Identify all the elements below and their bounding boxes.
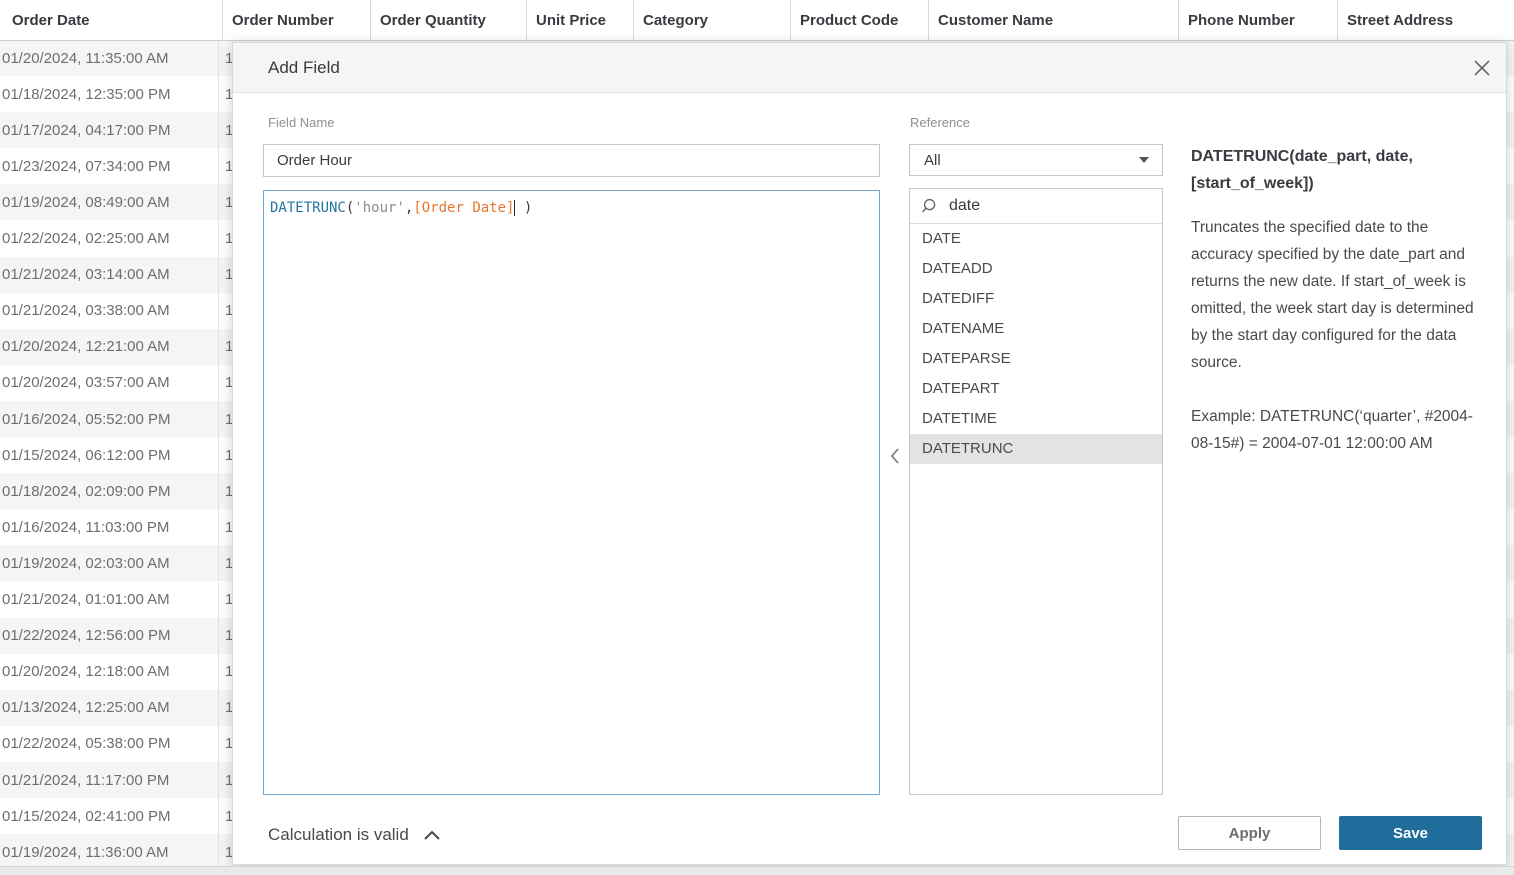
column-header[interactable]: Customer Name [928,0,1178,40]
save-button[interactable]: Save [1339,816,1482,850]
function-signature: DATETRUNC(date_part, date, [start_of_wee… [1191,143,1493,197]
formula-function-token: DATETRUNC [270,200,346,216]
order-date-cell[interactable]: 01/15/2024, 02:41:00 PM [0,798,219,834]
chevron-up-icon [423,829,441,841]
reference-label: Reference [910,115,970,130]
order-date-cell[interactable]: 01/21/2024, 03:38:00 AM [0,293,219,329]
function-list-item[interactable]: DATETRUNC [910,434,1162,464]
add-field-dialog: Add Field Field Name DATETRUNC('hour',[O… [232,42,1507,865]
order-date-cell[interactable]: 01/22/2024, 05:38:00 PM [0,726,219,762]
column-header[interactable]: Order Number [222,0,370,40]
order-date-cell[interactable]: 01/22/2024, 12:56:00 PM [0,618,219,654]
column-header-label: Unit Price [536,12,606,29]
order-date-cell[interactable]: 01/16/2024, 11:03:00 PM [0,509,219,545]
order-date-cell[interactable]: 01/21/2024, 03:14:00 AM [0,257,219,293]
reference-selected-value: All [910,152,1139,169]
order-date-cell[interactable]: 01/20/2024, 12:21:00 AM [0,329,219,365]
column-header[interactable]: Category [633,0,790,40]
function-list-item[interactable]: DATEPARSE [910,344,1162,374]
column-header-label: Order Number [232,12,334,29]
formula-field-token: [Order Date] [413,200,514,216]
column-header[interactable]: Phone Number [1178,0,1337,40]
field-name-label: Field Name [268,115,334,130]
close-button[interactable] [1470,56,1494,80]
function-description: Truncates the specified date to the accu… [1191,214,1493,376]
column-header[interactable]: Street Address [1337,0,1514,40]
dialog-title: Add Field [268,43,340,93]
order-date-cell[interactable]: 01/20/2024, 12:18:00 AM [0,654,219,690]
order-date-cell[interactable]: 01/18/2024, 12:35:00 PM [0,76,219,112]
function-list-item[interactable]: DATENAME [910,314,1162,344]
function-search[interactable] [910,189,1162,224]
order-date-cell[interactable]: 01/20/2024, 11:35:00 AM [0,40,219,76]
column-header-label: Phone Number [1188,12,1295,29]
column-header-label: Order Date [12,12,90,29]
chevron-left-icon [890,447,900,465]
order-date-cell[interactable]: 01/23/2024, 07:34:00 PM [0,148,219,184]
column-header-label: Order Quantity [380,12,486,29]
formula-string-token: 'hour' [354,200,405,216]
column-header-label: Street Address [1347,12,1453,29]
order-date-cell[interactable]: 01/17/2024, 04:17:00 PM [0,112,219,148]
function-reference-panel: DATEDATEADDDATEDIFFDATENAMEDATEPARSEDATE… [909,188,1163,795]
order-date-cell[interactable]: 01/21/2024, 11:17:00 PM [0,762,219,798]
function-list-item[interactable]: DATETIME [910,404,1162,434]
dialog-titlebar: Add Field [233,43,1506,93]
horizontal-scrollbar[interactable] [0,866,1514,875]
order-date-cell[interactable]: 01/19/2024, 08:49:00 AM [0,184,219,220]
order-date-cell[interactable]: 01/22/2024, 02:25:00 AM [0,221,219,257]
order-date-cell[interactable]: 01/16/2024, 05:52:00 PM [0,401,219,437]
close-icon [1472,58,1492,78]
order-date-cell[interactable]: 01/21/2024, 01:01:00 AM [0,582,219,618]
function-list-item[interactable]: DATEADD [910,254,1162,284]
collapse-panel-button[interactable] [885,443,905,469]
function-search-input[interactable] [947,196,1131,216]
app-screen: Order Date Order Number Order Quantity Unit… [0,0,1514,875]
field-name-input[interactable] [263,144,880,177]
table-header: Order Date Order Number Order Quantity Unit… [0,0,1514,41]
function-documentation: DATETRUNC(date_part, date, [start_of_wee… [1191,143,1493,457]
column-header[interactable]: Product Code [790,0,928,40]
chevron-down-icon [1139,157,1149,163]
function-example: Example: DATETRUNC(‘quarter’, #2004-08-1… [1191,403,1493,457]
order-date-cell[interactable]: 01/15/2024, 06:12:00 PM [0,437,219,473]
search-icon [921,198,937,214]
order-date-cell[interactable]: 01/18/2024, 02:09:00 PM [0,473,219,509]
function-list-item[interactable]: DATEPART [910,374,1162,404]
formula-editor[interactable]: DATETRUNC('hour',[Order Date] ) [263,190,880,795]
formula-close-paren: ) [515,200,532,216]
reference-dropdown[interactable]: All [909,144,1163,176]
order-date-cell[interactable]: 01/13/2024, 12:25:00 AM [0,690,219,726]
function-list: DATEDATEADDDATEDIFFDATENAMEDATEPARSEDATE… [910,224,1162,464]
order-date-cell[interactable]: 01/19/2024, 11:36:00 AM [0,834,219,870]
function-list-item[interactable]: DATE [910,224,1162,254]
column-header-label: Product Code [800,12,898,29]
calculation-status[interactable]: Calculation is valid [268,821,441,849]
column-header[interactable]: Order Date [0,0,222,40]
calculation-status-text: Calculation is valid [268,825,409,845]
column-header-label: Customer Name [938,12,1053,29]
column-header-label: Category [643,12,708,29]
apply-button[interactable]: Apply [1178,816,1321,850]
order-date-cell[interactable]: 01/20/2024, 03:57:00 AM [0,365,219,401]
function-list-item[interactable]: DATEDIFF [910,284,1162,314]
column-header[interactable]: Order Quantity [370,0,526,40]
column-header[interactable]: Unit Price [526,0,633,40]
order-date-cell[interactable]: 01/19/2024, 02:03:00 AM [0,545,219,581]
